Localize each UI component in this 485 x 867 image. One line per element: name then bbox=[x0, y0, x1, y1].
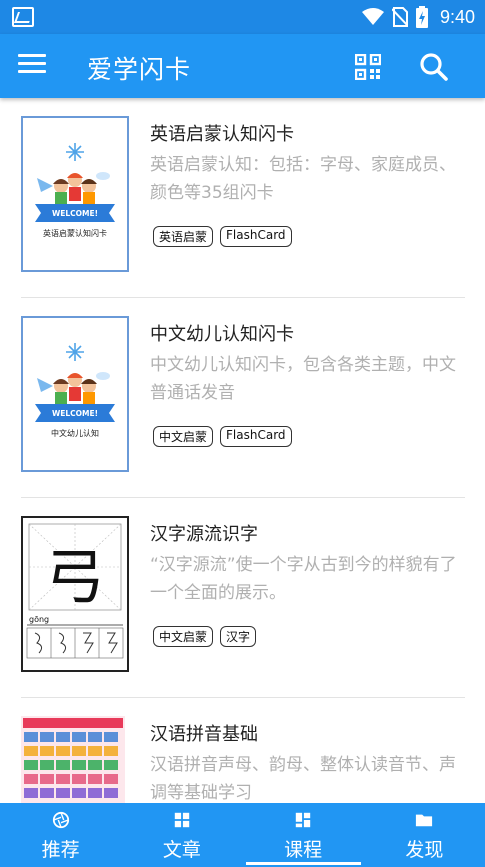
tag[interactable]: 汉字 bbox=[220, 626, 257, 647]
course-card[interactable]: WELCOME! 英语启蒙认知闪卡 英语启蒙认知闪卡 英语启蒙认知：包括：字母、… bbox=[21, 98, 465, 298]
tag[interactable]: 英语启蒙 bbox=[153, 226, 214, 247]
nav-recommend[interactable]: 推荐 bbox=[0, 803, 121, 867]
card-title: 汉字源流识字 bbox=[150, 524, 258, 545]
wifi-icon bbox=[361, 8, 384, 25]
nav-courses[interactable]: 课程 bbox=[243, 803, 364, 867]
nav-discover[interactable]: 发现 bbox=[364, 803, 485, 867]
tag-list: 中文启蒙 汉字 bbox=[153, 626, 257, 647]
welcome-kids-illustration: WELCOME! bbox=[35, 343, 115, 422]
tag-list: 英语启蒙 FlashCard bbox=[153, 226, 292, 247]
camera-aperture-icon bbox=[52, 811, 69, 829]
bottom-navigation: 推荐 文章 课程 发现 bbox=[0, 803, 485, 867]
app-bar: 爱学闪卡 bbox=[0, 34, 485, 98]
course-thumbnail: WELCOME! 英语启蒙认知闪卡 bbox=[21, 116, 129, 272]
thumb-caption: 英语启蒙认知闪卡 bbox=[43, 229, 107, 238]
course-card[interactable]: 弓 gōng 汉字源流识字 “汉字源流”使一个字从古到今的样貌有了一个全面的展示… bbox=[21, 498, 465, 698]
hanzi-character: 弓 bbox=[45, 543, 105, 613]
card-description: “汉字源流”使一个字从古到今的样貌有了一个全面的展示。 bbox=[150, 555, 457, 603]
nav-label: 发现 bbox=[405, 839, 444, 861]
card-title: 中文幼儿认知闪卡 bbox=[150, 324, 294, 345]
card-description: 英语启蒙认知：包括：字母、家庭成员、颜色等35组闪卡 bbox=[150, 155, 456, 203]
course-thumbnail: WELCOME! 中文幼儿认知 bbox=[21, 316, 129, 472]
card-title: 英语启蒙认知闪卡 bbox=[150, 124, 294, 145]
search-icon[interactable] bbox=[419, 52, 449, 82]
card-description: 中文幼儿认知闪卡，包含各类主题，中文普通话发音 bbox=[150, 355, 456, 403]
notification-app-icon bbox=[12, 7, 34, 27]
status-bar: 9:40 bbox=[0, 0, 485, 34]
qr-scan-icon[interactable] bbox=[355, 54, 381, 80]
nav-label: 文章 bbox=[162, 839, 201, 861]
nav-label: 课程 bbox=[284, 839, 323, 861]
thumb-banner-text: WELCOME! bbox=[52, 209, 98, 218]
course-list: WELCOME! 英语启蒙认知闪卡 英语启蒙认知闪卡 英语启蒙认知：包括：字母、… bbox=[21, 98, 465, 867]
thumb-banner-text: WELCOME! bbox=[52, 409, 98, 418]
nav-label: 推荐 bbox=[41, 839, 80, 861]
tag[interactable]: FlashCard bbox=[220, 426, 292, 447]
thumb-caption: 中文幼儿认知 bbox=[51, 429, 99, 438]
battery-charging-icon bbox=[415, 6, 428, 28]
card-title: 汉语拼音基础 bbox=[150, 724, 258, 745]
no-sim-icon bbox=[391, 7, 408, 27]
nav-articles[interactable]: 文章 bbox=[121, 803, 242, 867]
grid-icon bbox=[174, 812, 190, 828]
course-thumbnail: 弓 gōng bbox=[21, 516, 129, 672]
menu-icon[interactable] bbox=[18, 54, 46, 78]
folder-icon bbox=[416, 814, 433, 827]
status-time: 9:40 bbox=[439, 6, 475, 27]
page-title: 爱学闪卡 bbox=[87, 55, 192, 84]
dashboard-icon bbox=[295, 812, 311, 828]
tag-list: 中文启蒙 FlashCard bbox=[153, 426, 292, 447]
tag[interactable]: 中文启蒙 bbox=[153, 626, 214, 647]
tag[interactable]: 中文启蒙 bbox=[153, 426, 214, 447]
welcome-kids-illustration: WELCOME! bbox=[35, 143, 115, 222]
hanzi-grid-illustration: 弓 gōng bbox=[26, 523, 124, 659]
tag[interactable]: FlashCard bbox=[220, 226, 292, 247]
card-description: 汉语拼音声母、韵母、整体认读音节、声调等基础学习 bbox=[150, 755, 456, 803]
pinyin-text: gōng bbox=[29, 615, 49, 624]
course-card[interactable]: WELCOME! 中文幼儿认知 中文幼儿认知闪卡 中文幼儿认知闪卡，包含各类主题… bbox=[21, 298, 465, 498]
